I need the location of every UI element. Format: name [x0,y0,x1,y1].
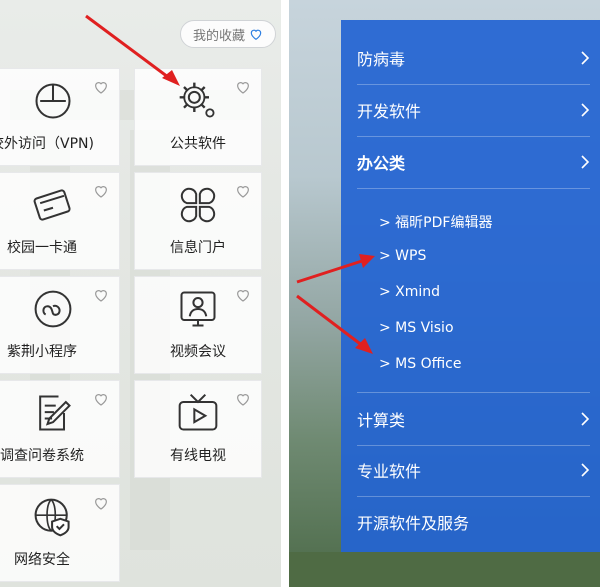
tile-vpn[interactable]: 校外访问（VPN) [0,68,120,166]
left-panel: 我的收藏 校外访问（VPN) 公共软件 校园一卡通 信息门户 紫荆小程序 视频会… [0,0,281,587]
my-favorites-button[interactable]: 我的收藏 [180,20,276,48]
tile-label: 校园一卡通 [7,240,77,256]
tile-label: 紫荆小程序 [7,344,77,360]
submenu-item-ms-visio[interactable]: > MS Visio [379,320,454,336]
tile-label: 调查问卷系统 [0,448,84,464]
background-ground [289,552,600,587]
mouse-icon [35,83,71,119]
menu-item-label: 计算类 [357,411,406,430]
heart-icon[interactable] [235,287,251,303]
heart-icon[interactable] [235,391,251,407]
tile-cable-tv[interactable]: 有线电视 [134,380,262,478]
tile-info-portal[interactable]: 信息门户 [134,172,262,270]
favorites-label: 我的收藏 [192,28,245,44]
menu-item-dev-software[interactable]: 开发软件 [357,84,590,137]
tile-zijing-miniprogram[interactable]: 紫荆小程序 [0,276,120,374]
menu-item-label: 专业软件 [357,462,422,481]
tile-survey-system[interactable]: 调查问卷系统 [0,380,120,478]
software-menu-panel: 防病毒 开发软件 办公类 > 福昕PDF编辑器 > WPS > Xmind > … [341,20,600,552]
menu-item-open-source[interactable]: 开源软件及服务 [357,496,590,548]
shield-icon [34,498,70,537]
heart-icon[interactable] [93,183,109,199]
heart-icon[interactable] [93,391,109,407]
menu-item-label: 办公类 [357,154,406,173]
tile-label: 校外访问（VPN) [0,136,94,152]
heart-icon[interactable] [93,287,109,303]
heart-icon[interactable] [235,183,251,199]
submenu-item-foxit-pdf[interactable]: > 福昕PDF编辑器 [379,212,492,232]
submenu-item-ms-office[interactable]: > MS Office [379,356,461,372]
menu-item-professional-software[interactable]: 专业软件 [357,444,590,497]
clover-icon [180,187,216,223]
tile-video-meeting[interactable]: 视频会议 [134,276,262,374]
chevron-right-icon [581,51,590,65]
submenu-item-wps[interactable]: > WPS [379,248,426,264]
heart-icon [250,29,262,40]
tile-label: 有线电视 [170,448,226,464]
menu-item-label: 防病毒 [357,50,406,69]
menu-item-antivirus[interactable]: 防病毒 [357,32,590,85]
right-panel: 防病毒 开发软件 办公类 > 福昕PDF编辑器 > WPS > Xmind > … [289,0,600,587]
tile-campus-card[interactable]: 校园一卡通 [0,172,120,270]
tile-label: 网络安全 [14,552,70,568]
menu-item-label: 开发软件 [357,102,422,121]
tile-public-software[interactable]: 公共软件 [134,68,262,166]
heart-icon[interactable] [235,79,251,95]
heart-icon[interactable] [93,495,109,511]
menu-item-label: 开源软件及服务 [357,514,470,533]
miniprogram-icon [34,290,72,328]
tile-label: 公共软件 [170,136,226,152]
video-meeting-icon [180,291,216,327]
heart-icon[interactable] [93,79,109,95]
gear-icon [179,82,215,118]
card-icon [33,189,71,221]
tile-network-security[interactable]: 网络安全 [0,484,120,582]
tile-label: 视频会议 [170,344,226,360]
survey-icon [39,395,71,431]
chevron-right-icon [581,463,590,477]
divider [281,0,289,587]
tv-icon [178,393,218,431]
chevron-right-icon [581,412,590,426]
chevron-right-icon [581,103,590,117]
chevron-right-icon [581,155,590,169]
menu-item-office[interactable]: 办公类 [357,136,590,189]
menu-item-computing[interactable]: 计算类 [357,392,590,446]
tile-label: 信息门户 [170,240,226,256]
submenu-item-xmind[interactable]: > Xmind [379,284,440,300]
